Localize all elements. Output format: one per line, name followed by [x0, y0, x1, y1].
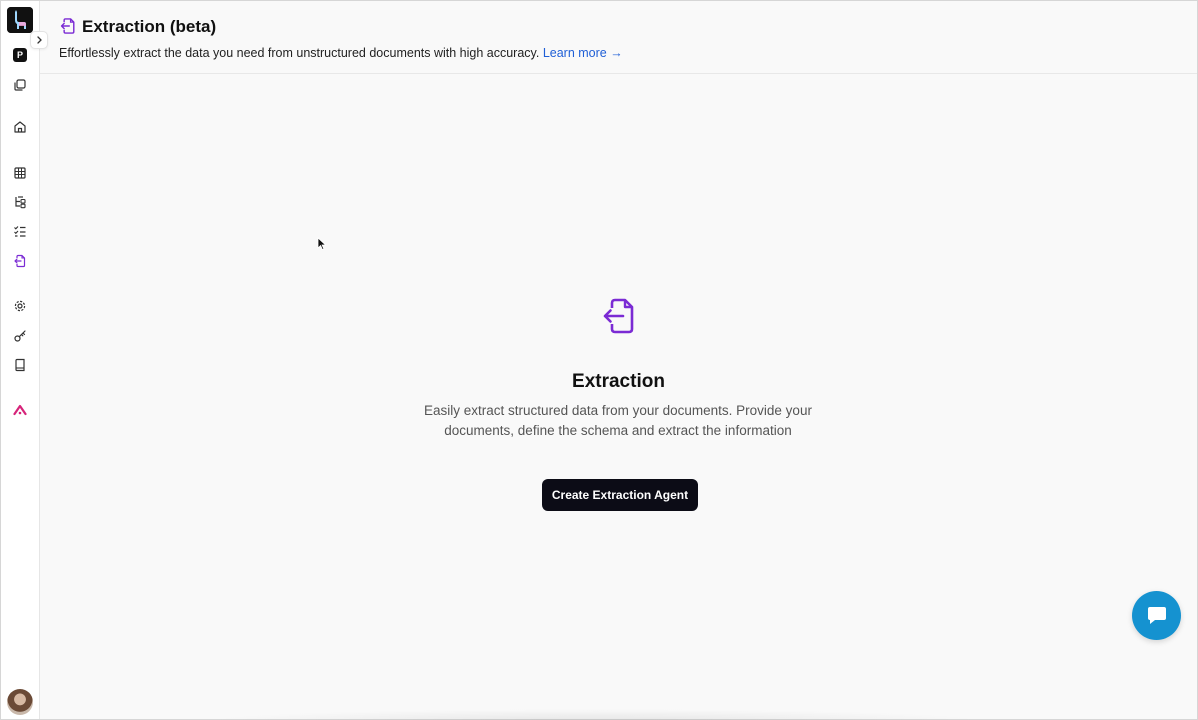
sidebar-item-files[interactable] [12, 77, 28, 93]
extraction-icon [60, 18, 75, 34]
key-icon [14, 330, 26, 342]
sidebar-item-grid[interactable] [12, 165, 28, 181]
sidebar-item-brand[interactable] [12, 402, 28, 418]
chat-icon [1147, 606, 1166, 624]
sidebar-item-docs[interactable] [12, 357, 28, 373]
tree-icon [15, 196, 26, 209]
checklist-icon [14, 226, 26, 237]
empty-state: Extraction Easily extract structured dat… [40, 75, 1197, 719]
chevron-right-icon [37, 36, 42, 44]
app-window: P Extraction (beta) Effortlessly extract… [0, 0, 1198, 720]
files-icon [14, 79, 26, 91]
home-icon [14, 121, 26, 133]
sidebar-item-api-keys[interactable] [12, 328, 28, 344]
gear-icon [14, 300, 26, 312]
extraction-icon [603, 298, 634, 334]
llama-logo[interactable] [7, 7, 33, 33]
mouse-cursor-icon [317, 237, 327, 251]
sidebar-item-settings[interactable] [12, 298, 28, 314]
user-avatar[interactable] [7, 689, 33, 715]
page-subtitle-text: Effortlessly extract the data you need f… [59, 46, 540, 60]
empty-state-title: Extraction [572, 371, 665, 392]
bottom-shadow [201, 709, 991, 720]
page-title: Extraction (beta) [82, 17, 217, 36]
grid-icon [14, 167, 26, 179]
sidebar: P [1, 1, 48, 719]
learn-more-link[interactable]: Learn more → [543, 46, 623, 60]
page-subtitle: Effortlessly extract the data you need f… [59, 45, 623, 61]
sidebar-item-home[interactable] [12, 119, 28, 135]
empty-state-description: Easily extract structured data from your… [424, 403, 812, 438]
sidebar-item-extraction[interactable] [12, 253, 28, 269]
chat-support-button[interactable] [1132, 591, 1181, 640]
sidebar-item-checklist[interactable] [12, 223, 28, 239]
project-badge[interactable]: P [13, 48, 27, 62]
extraction-icon [14, 254, 26, 268]
create-extraction-agent-button[interactable]: Create Extraction Agent [542, 479, 698, 511]
sidebar-item-tree[interactable] [12, 194, 28, 210]
page-header: Extraction (beta) Effortlessly extract t… [40, 1, 1197, 74]
sidebar-expand-button[interactable] [30, 31, 48, 49]
book-icon [15, 358, 25, 372]
brand-icon [13, 404, 27, 416]
